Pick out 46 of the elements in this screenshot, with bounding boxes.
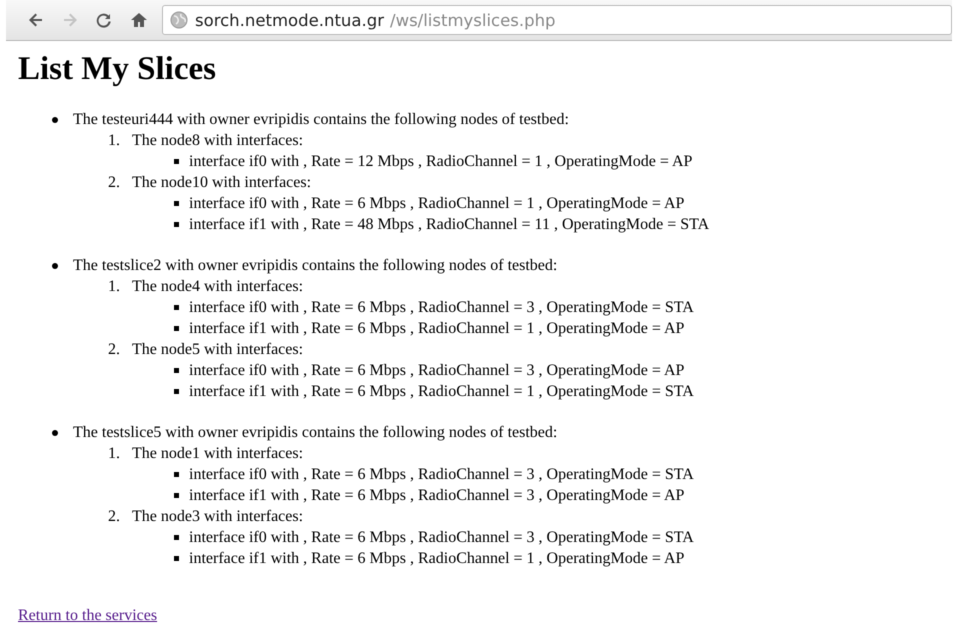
return-link[interactable]: Return to the services	[18, 607, 158, 625]
address-bar[interactable]: sorch.netmode.ntua.gr /ws/listmyslices.php	[162, 5, 952, 35]
interface-description: interface if1 with , Rate = 6 Mbps , RadioChannel = 1 , OperatingMode = STA	[189, 382, 694, 400]
slice-description: The testslice5 with owner evripidis contains the following nodes of testbed:	[73, 424, 558, 442]
bullet-icon	[52, 116, 58, 122]
slice-description: The testeuri444 with owner evripidis contains the following nodes of testbed:	[73, 110, 569, 128]
interface-description: interface if0 with , Rate = 6 Mbps , RadioChannel = 1 , OperatingMode = AP	[189, 194, 684, 212]
list-number: 2.	[108, 174, 121, 192]
square-bullet-icon	[174, 368, 179, 373]
node-description: The node8 with interfaces:	[132, 132, 304, 150]
bullet-icon	[52, 262, 58, 268]
square-bullet-icon	[174, 493, 179, 498]
interface-description: interface if0 with , Rate = 6 Mbps , RadioChannel = 3 , OperatingMode = STA	[189, 528, 694, 546]
square-bullet-icon	[174, 472, 179, 477]
square-bullet-icon	[174, 389, 179, 394]
interface-description: interface if0 with , Rate = 6 Mbps , RadioChannel = 3 , OperatingMode = AP	[189, 362, 684, 380]
interface-description: interface if1 with , Rate = 6 Mbps , RadioChannel = 3 , OperatingMode = AP	[189, 486, 684, 504]
node-description: The node4 with interfaces:	[132, 278, 304, 296]
interface-description: interface if0 with , Rate = 6 Mbps , RadioChannel = 3 , OperatingMode = STA	[189, 466, 694, 484]
list-number: 1.	[108, 278, 121, 296]
square-bullet-icon	[174, 326, 179, 331]
globe-icon	[169, 10, 189, 30]
square-bullet-icon	[174, 201, 179, 206]
url-path: /ws/listmyslices.php	[390, 10, 556, 30]
interface-description: interface if0 with , Rate = 6 Mbps , RadioChannel = 3 , OperatingMode = STA	[189, 298, 694, 316]
page-heading: List My Slices	[18, 50, 217, 89]
list-number: 2.	[108, 340, 121, 358]
square-bullet-icon	[174, 535, 179, 540]
node-description: The node10 with interfaces:	[132, 174, 312, 192]
square-bullet-icon	[174, 222, 179, 227]
slice-description: The testslice2 with owner evripidis contains the following nodes of testbed:	[73, 256, 558, 274]
interface-description: interface if0 with , Rate = 12 Mbps , RadioChannel = 1 , OperatingMode = AP	[189, 152, 692, 170]
bullet-icon	[52, 430, 58, 436]
square-bullet-icon	[174, 159, 179, 164]
square-bullet-icon	[174, 305, 179, 310]
interface-description: interface if1 with , Rate = 6 Mbps , RadioChannel = 1 , OperatingMode = AP	[189, 550, 684, 568]
interface-description: interface if1 with , Rate = 6 Mbps , RadioChannel = 1 , OperatingMode = AP	[189, 320, 684, 338]
node-description: The node5 with interfaces:	[132, 340, 304, 358]
list-number: 1.	[108, 132, 121, 150]
url-host: sorch.netmode.ntua.gr	[195, 10, 384, 30]
square-bullet-icon	[174, 556, 179, 561]
list-number: 1.	[108, 444, 121, 462]
node-description: The node3 with interfaces:	[132, 508, 304, 526]
node-description: The node1 with interfaces:	[132, 444, 304, 462]
interface-description: interface if1 with , Rate = 48 Mbps , RadioChannel = 11 , OperatingMode = STA	[189, 216, 710, 234]
list-number: 2.	[108, 508, 121, 526]
